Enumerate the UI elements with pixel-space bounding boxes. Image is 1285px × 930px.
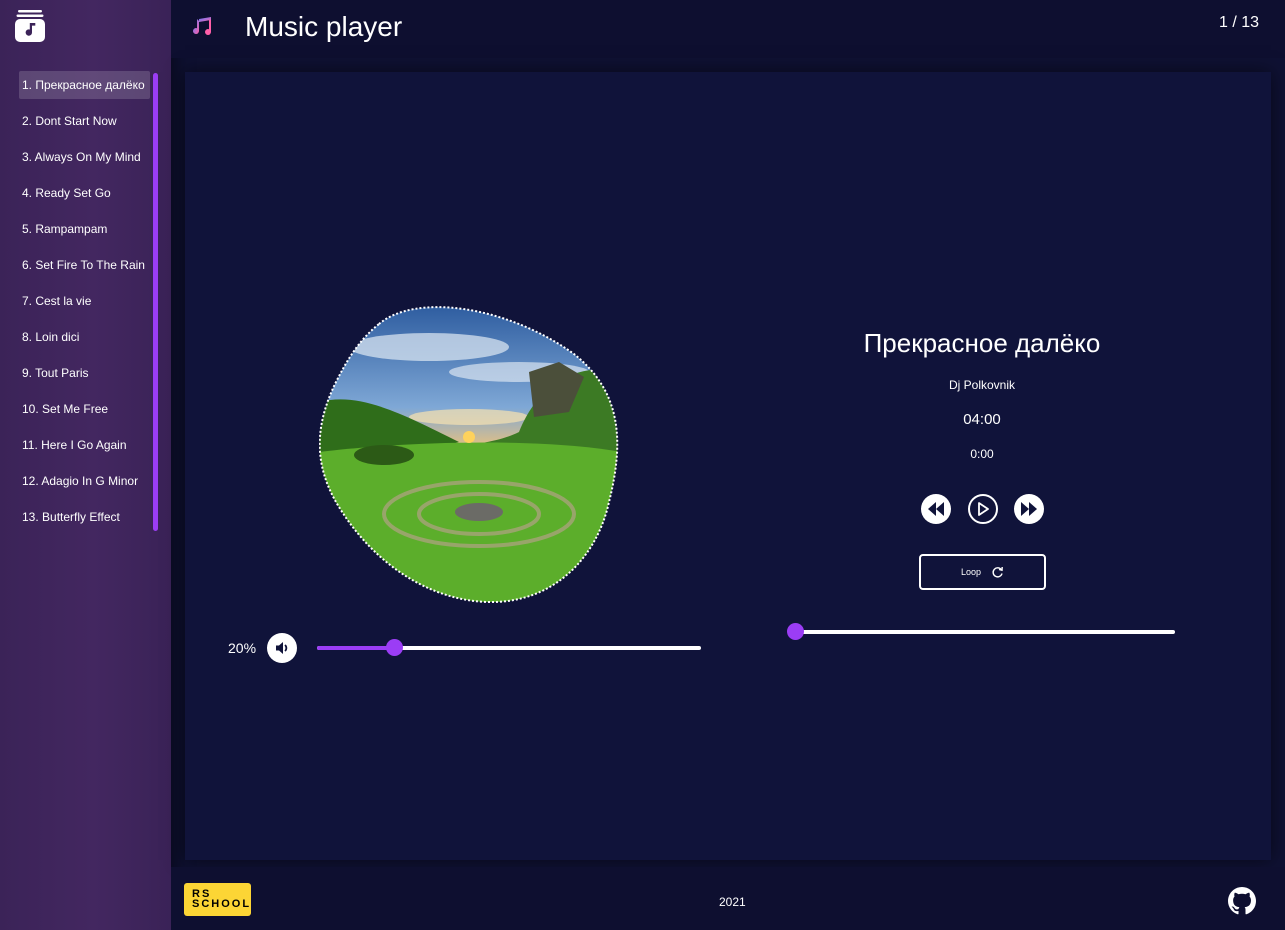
track-title: Прекрасное далёко: [863, 328, 1101, 358]
track-counter: 1 / 13: [1218, 14, 1259, 31]
playlist-item[interactable]: 13. Butterfly Effect: [19, 503, 150, 531]
playlist-item[interactable]: 4. Ready Set Go: [19, 179, 150, 207]
loop-label: Loop: [960, 567, 982, 577]
play-button[interactable]: [968, 494, 998, 524]
progress-thumb[interactable]: [787, 623, 804, 640]
progress-slider[interactable]: [787, 623, 1175, 640]
playlist-item[interactable]: 8. Loin dici: [19, 323, 150, 351]
playlist-item[interactable]: 6. Set Fire To The Rain: [19, 251, 150, 279]
page-title: Music player: [245, 11, 403, 42]
album-cover: [319, 306, 619, 604]
playlist-item[interactable]: 10. Set Me Free: [19, 395, 150, 423]
playlist-item[interactable]: 2. Dont Start Now: [19, 107, 150, 135]
music-note-icon: [193, 17, 212, 36]
rs-school-logo[interactable]: RS SCHOOL: [184, 883, 251, 916]
playlist-item[interactable]: 12. Adagio In G Minor: [19, 467, 150, 495]
rewind-icon: [928, 502, 944, 516]
volume-percent: 20%: [228, 640, 257, 656]
footer-year: 2021: [719, 895, 746, 909]
sidebar: 1. Прекрасное далёко 2. Dont Start Now 3. …: [0, 0, 171, 930]
fast-forward-icon: [1021, 502, 1037, 516]
playlist-item[interactable]: 9. Tout Paris: [19, 359, 150, 387]
header: Music player 1 / 13: [171, 0, 1285, 58]
track-artist: Dj Polkovnik: [948, 378, 1016, 392]
speaker-icon: [276, 642, 288, 654]
refresh-icon: [992, 566, 1003, 577]
volume-fill: [317, 646, 394, 650]
track-duration: 04:00: [963, 411, 1001, 428]
playlist-item[interactable]: 5. Rampampam: [19, 215, 150, 243]
loop-button[interactable]: Loop: [919, 554, 1046, 590]
previous-button[interactable]: [921, 494, 951, 524]
playlist-item[interactable]: 1. Прекрасное далёко: [19, 71, 150, 99]
playlist-scrollbar[interactable]: [153, 73, 158, 531]
play-icon: [978, 502, 989, 516]
playlist: 1. Прекрасное далёко 2. Dont Start Now 3. …: [19, 71, 150, 539]
school-logo-line-2: SCHOOL: [192, 898, 252, 910]
playlist-item[interactable]: 7. Cest la vie: [19, 287, 150, 315]
current-time: 0:00: [970, 447, 994, 461]
playlist-item[interactable]: 3. Always On My Mind: [19, 143, 150, 171]
mute-button[interactable]: [267, 633, 297, 663]
playlist-item[interactable]: 11. Here I Go Again: [19, 431, 150, 459]
music-library-icon[interactable]: [15, 10, 45, 42]
volume-slider[interactable]: [317, 639, 701, 656]
volume-thumb[interactable]: [385, 639, 403, 656]
next-button[interactable]: [1014, 494, 1044, 524]
player-panel: 20% Прекрасное далёко Dj Polkovnik 04:00…: [185, 72, 1271, 860]
footer: RS SCHOOL 2021: [171, 867, 1285, 930]
github-icon[interactable]: [1228, 887, 1256, 915]
